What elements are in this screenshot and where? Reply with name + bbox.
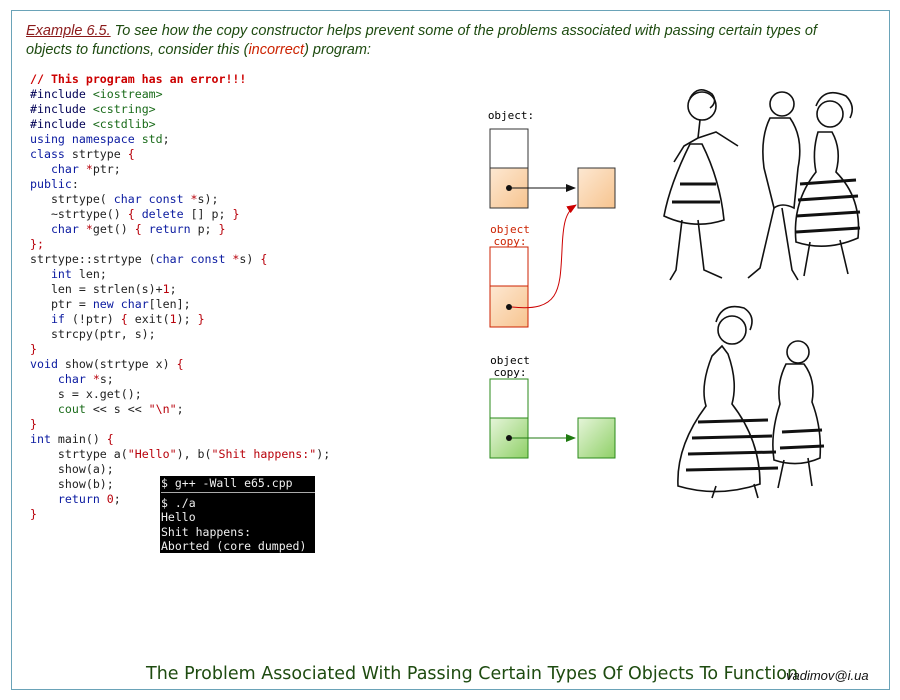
object-copy-box-1 <box>489 246 529 328</box>
cartoon-tug-of-war-illustration <box>663 89 861 281</box>
heap-memory-box-copy <box>577 417 616 459</box>
object-box <box>489 128 529 209</box>
slide-footer-title: The Problem Associated With Passing Cert… <box>146 664 799 684</box>
author-email: vadimov@i.ua <box>786 668 869 683</box>
cartoon-two-women-illustration <box>677 305 825 499</box>
heap-memory-box <box>577 167 616 209</box>
object-copy-box-2 <box>489 378 529 459</box>
